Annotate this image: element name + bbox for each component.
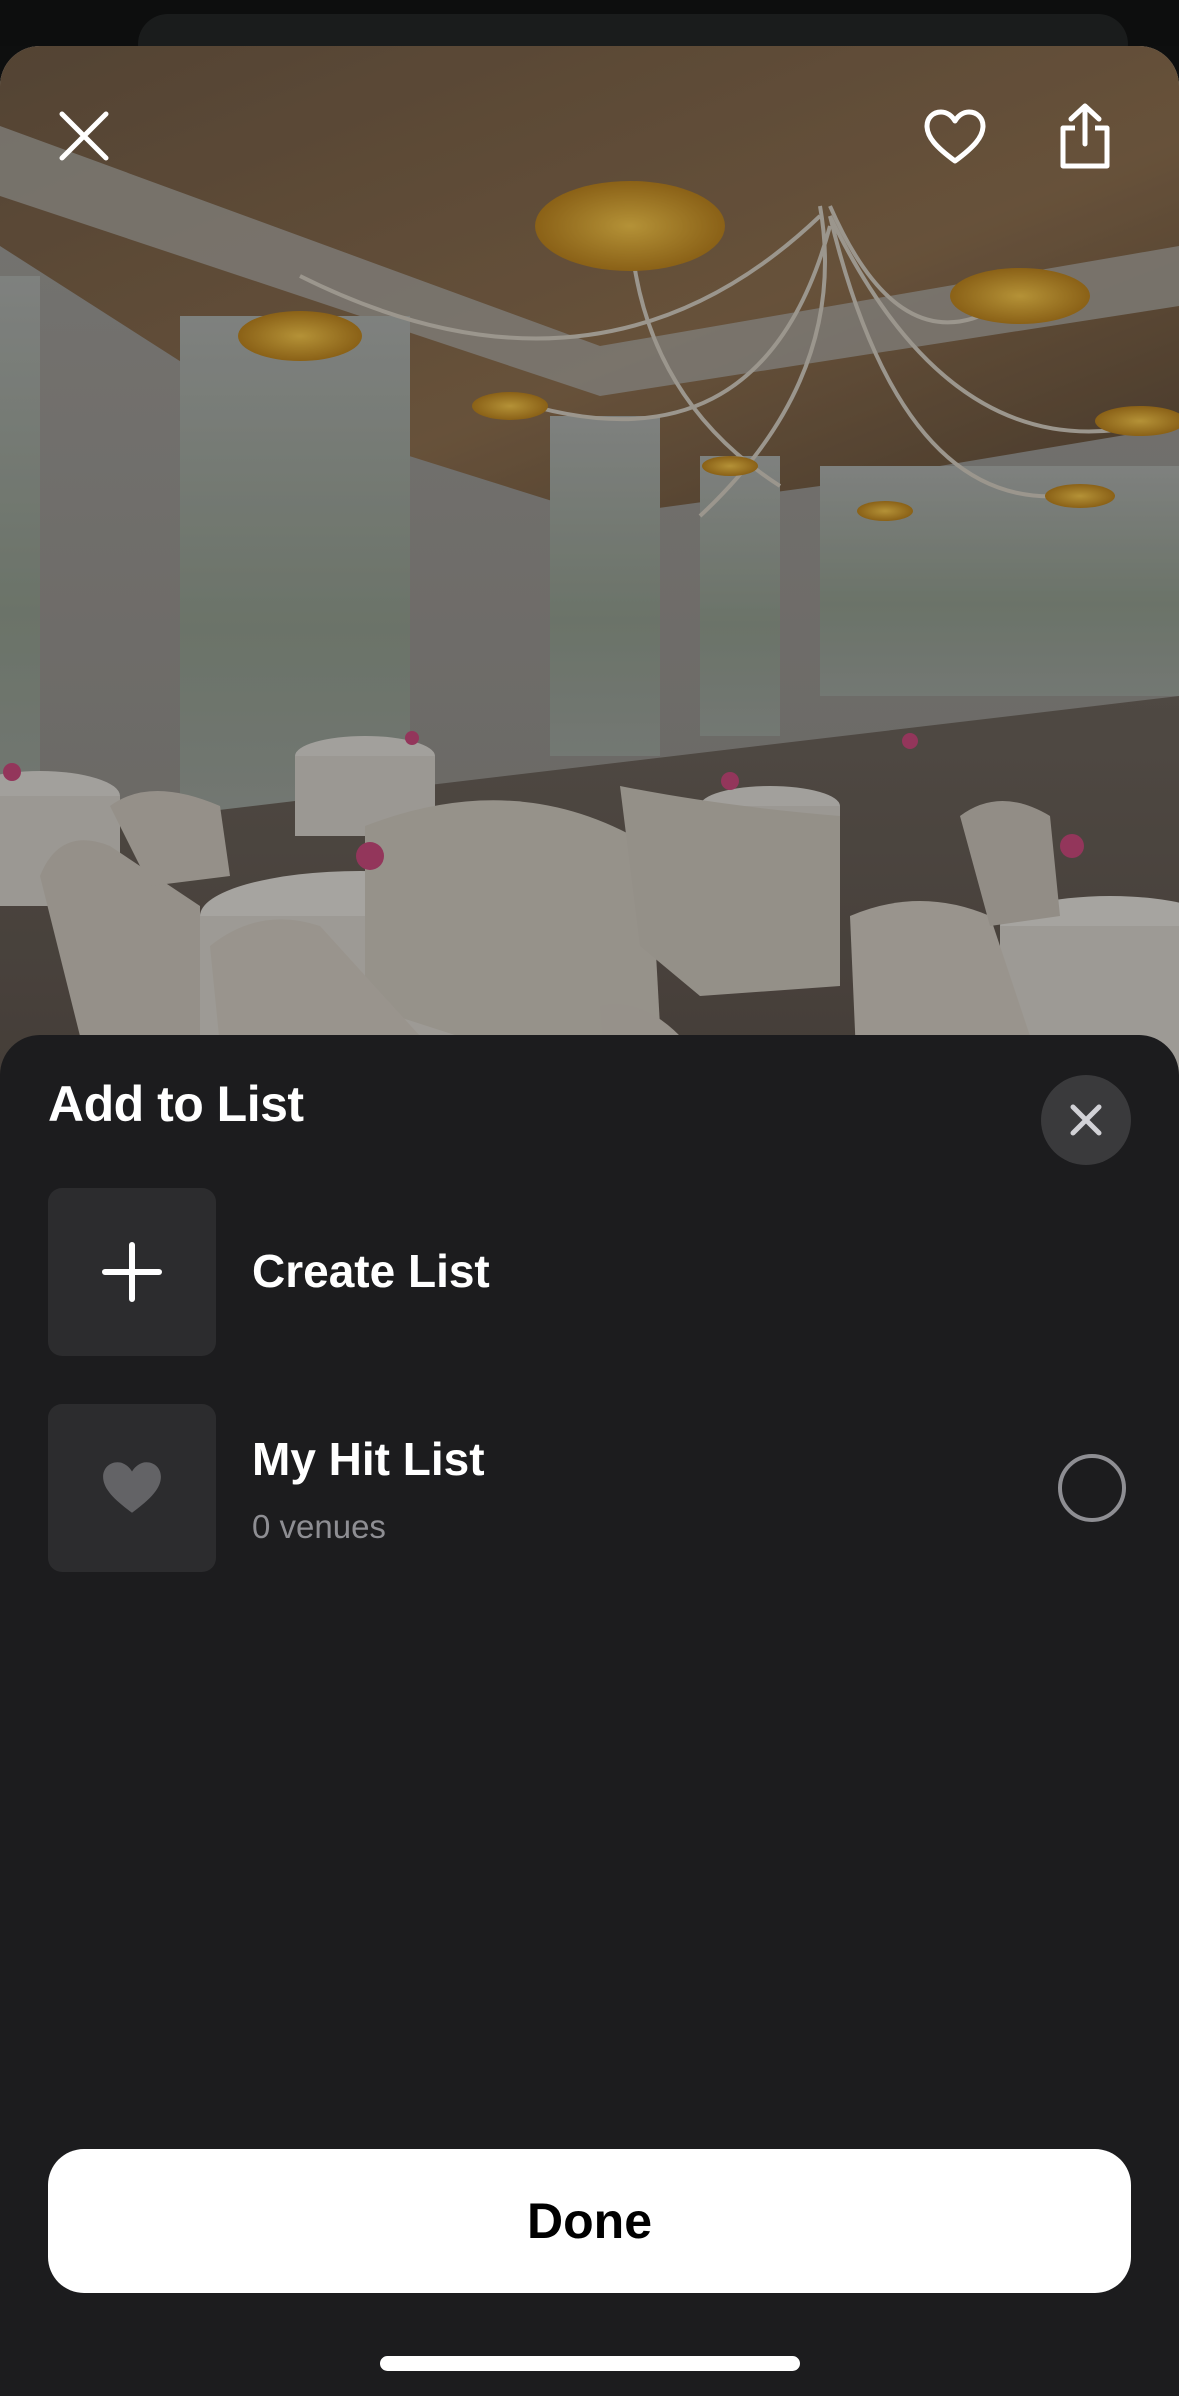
done-button[interactable]: Done (48, 2149, 1131, 2293)
heart-icon (103, 1462, 161, 1513)
close-icon (59, 111, 109, 161)
list-thumbnail (48, 1404, 216, 1572)
list-name: My Hit List (252, 1433, 485, 1485)
home-indicator (380, 2356, 800, 2371)
share-button[interactable] (1040, 86, 1130, 186)
venue-photo-card (0, 46, 1179, 1146)
create-list-tile (48, 1188, 216, 1356)
heart-outline-icon (924, 109, 986, 164)
venue-photo (0, 46, 1179, 1146)
plus-icon (102, 1242, 162, 1302)
close-photo-button[interactable] (44, 96, 124, 176)
list-item-my-hit-list[interactable]: My Hit List 0 venues (0, 1404, 1179, 1572)
create-list-label: Create List (252, 1245, 490, 1297)
list-select-radio[interactable] (1058, 1454, 1126, 1522)
share-icon (1060, 103, 1110, 169)
favorite-button[interactable] (910, 92, 1000, 182)
create-list-row[interactable]: Create List (0, 1188, 1179, 1356)
close-sheet-button[interactable] (1041, 1075, 1131, 1165)
close-icon (1070, 1104, 1102, 1136)
sheet-title: Add to List (48, 1076, 304, 1132)
list-venue-count: 0 venues (252, 1508, 386, 1545)
